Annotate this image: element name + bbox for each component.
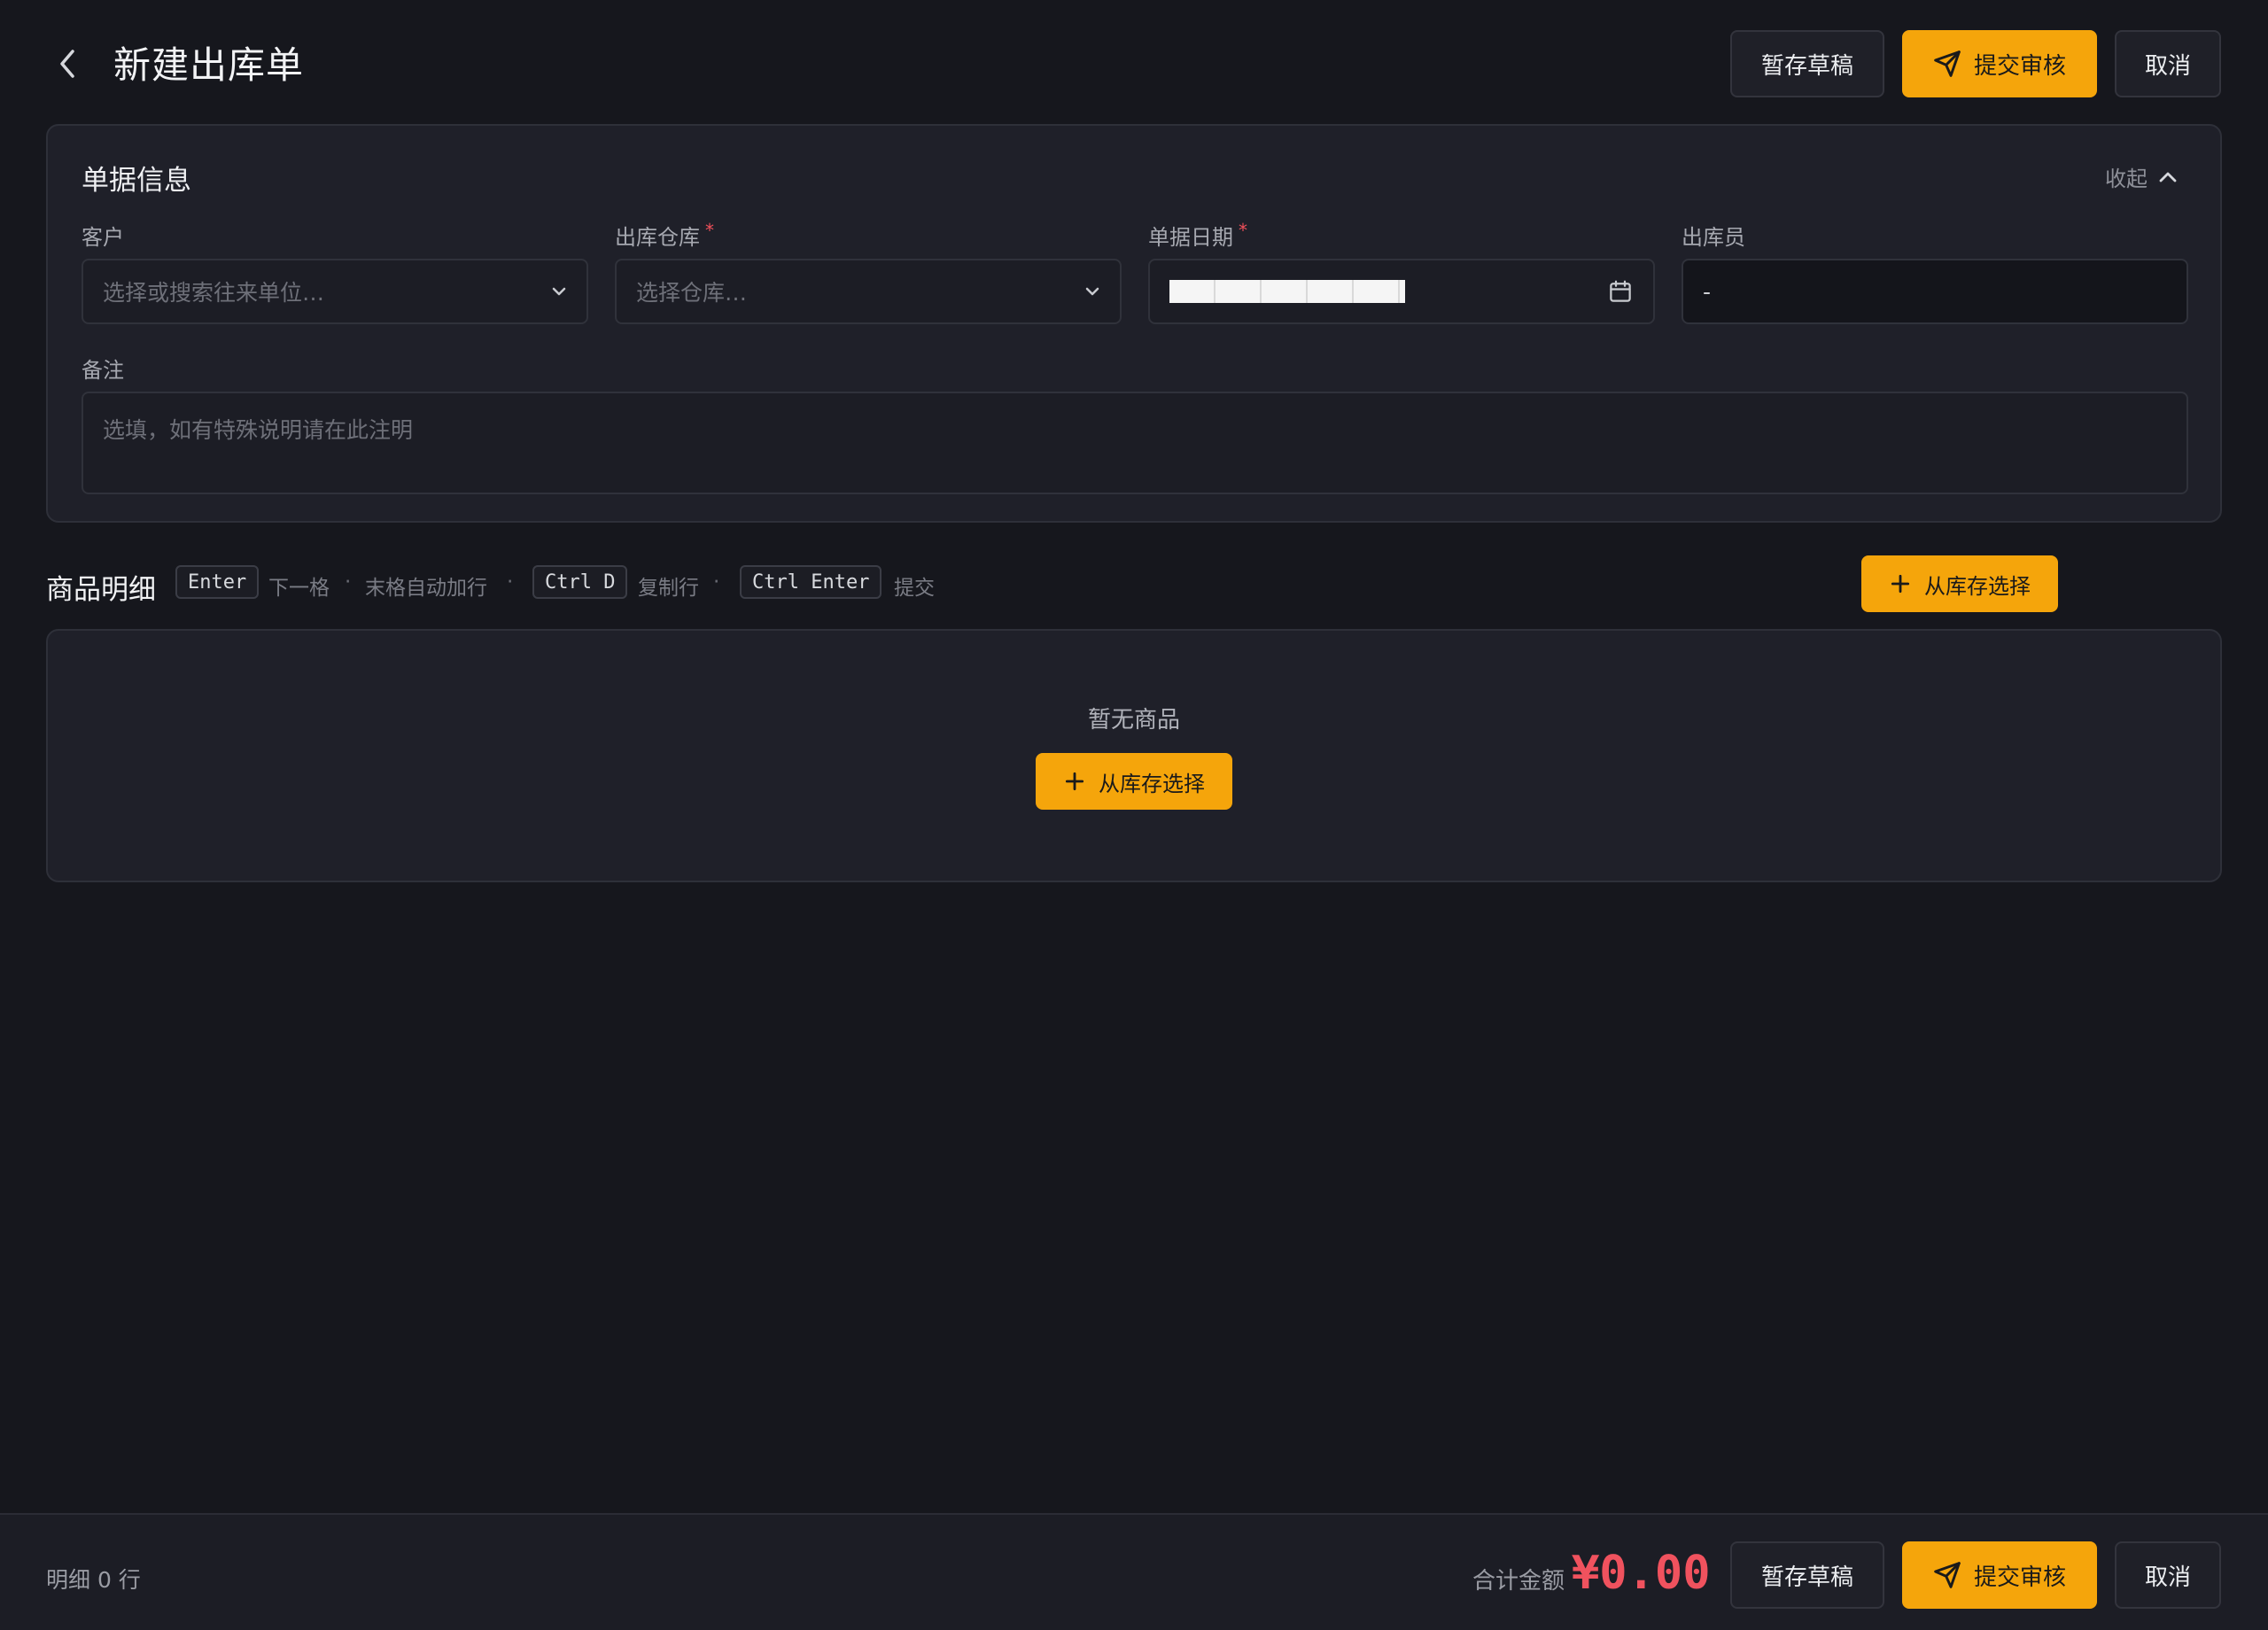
pick-from-stock-label: 从库存选择 — [1924, 573, 2031, 599]
empty-pick-from-stock-label: 从库存选择 — [1099, 771, 1205, 796]
hint-separator: · — [713, 570, 720, 594]
warehouse-select[interactable]: 选择仓库… — [615, 259, 1122, 324]
footer-save-draft-button[interactable]: 暂存草稿 — [1730, 1541, 1884, 1609]
send-icon — [1934, 1562, 1961, 1588]
footer-cancel-button[interactable]: 取消 — [2115, 1541, 2221, 1609]
kbd-ctrl-enter: Ctrl Enter — [740, 565, 882, 599]
empty-state-text: 暂无商品 — [1087, 707, 1180, 734]
remark-textarea[interactable]: 选填，如有特殊说明请在此注明 — [82, 392, 2188, 494]
kbd-enter: Enter — [175, 565, 260, 599]
collapse-toggle[interactable]: 收起 — [2105, 161, 2178, 192]
customer-select[interactable]: 选择或搜索往来单位… — [82, 259, 588, 324]
document-info-card: 单据信息 收起 客户 选择或搜索往来单位… 出库仓库 * 选择仓库… 单据日期 * … — [46, 124, 2222, 523]
customer-placeholder: 选择或搜索往来单位… — [103, 280, 325, 306]
hint-separator: · — [507, 570, 514, 594]
plus-icon — [1891, 574, 1910, 594]
required-mark: * — [1239, 220, 1247, 241]
chevron-down-icon — [552, 287, 566, 296]
footer-submit-review-label: 提交审核 — [1973, 1564, 2066, 1591]
required-mark: * — [705, 220, 714, 241]
warehouse-label: 出库仓库 * — [615, 220, 714, 251]
remark-label: 备注 — [82, 358, 124, 383]
hint-next-cell: 下一格 — [268, 577, 330, 600]
submit-review-button[interactable]: 提交审核 — [1902, 30, 2097, 97]
hint-copy-row: 复制行 — [638, 577, 699, 600]
kbd-ctrl-d: Ctrl D — [532, 565, 628, 599]
footer-bar: 明细 0 行 合计金额 ¥0.00 暂存草稿 提交审核 取消 — [0, 1513, 2268, 1630]
warehouse-placeholder: 选择仓库… — [636, 280, 748, 306]
document-info-title: 单据信息 — [82, 165, 191, 197]
back-button[interactable] — [50, 39, 85, 89]
page-title: 新建出库单 — [113, 43, 305, 87]
date-label-text: 单据日期 — [1148, 225, 1233, 250]
empty-pick-from-stock-button[interactable]: 从库存选择 — [1036, 753, 1232, 810]
pick-from-stock-button[interactable]: 从库存选择 — [1861, 555, 2058, 612]
date-label: 单据日期 * — [1148, 220, 1247, 251]
page-header: 新建出库单 暂存草稿 提交审核 取消 — [0, 0, 2268, 124]
page: 新建出库单 暂存草稿 提交审核 取消 单据信息 收起 客户 选择或搜索往来单位…… — [0, 0, 2268, 1630]
total-label: 合计金额 — [1472, 1568, 1565, 1595]
chevron-up-icon — [2159, 172, 2177, 182]
warehouse-label-text: 出库仓库 — [615, 225, 700, 250]
collapse-label: 收起 — [2105, 167, 2148, 191]
total-amount: ¥0.00 — [1572, 1547, 1711, 1600]
send-icon — [1934, 50, 1961, 77]
hint-separator: · — [345, 570, 352, 594]
cancel-button[interactable]: 取消 — [2115, 30, 2221, 97]
hint-auto-add-row: 末格自动加行 — [365, 577, 487, 600]
items-section-title: 商品明细 — [46, 574, 156, 606]
calendar-icon[interactable] — [1607, 278, 1634, 305]
chevron-down-icon — [1085, 287, 1099, 296]
operator-field: - — [1682, 259, 2188, 324]
redacted-date-value — [1169, 280, 1405, 303]
hint-submit: 提交 — [894, 577, 935, 600]
save-draft-button[interactable]: 暂存草稿 — [1730, 30, 1884, 97]
operator-value: - — [1703, 278, 1712, 305]
customer-label: 客户 — [82, 225, 124, 250]
operator-label: 出库员 — [1682, 225, 1745, 250]
date-input[interactable] — [1148, 259, 1655, 324]
remark-placeholder: 选填，如有特殊说明请在此注明 — [103, 417, 414, 443]
plus-icon — [1065, 772, 1084, 791]
footer-submit-review-button[interactable]: 提交审核 — [1902, 1541, 2097, 1609]
chevron-left-icon — [60, 50, 74, 78]
row-count: 明细 0 行 — [46, 1567, 141, 1593]
submit-review-label: 提交审核 — [1973, 52, 2066, 80]
